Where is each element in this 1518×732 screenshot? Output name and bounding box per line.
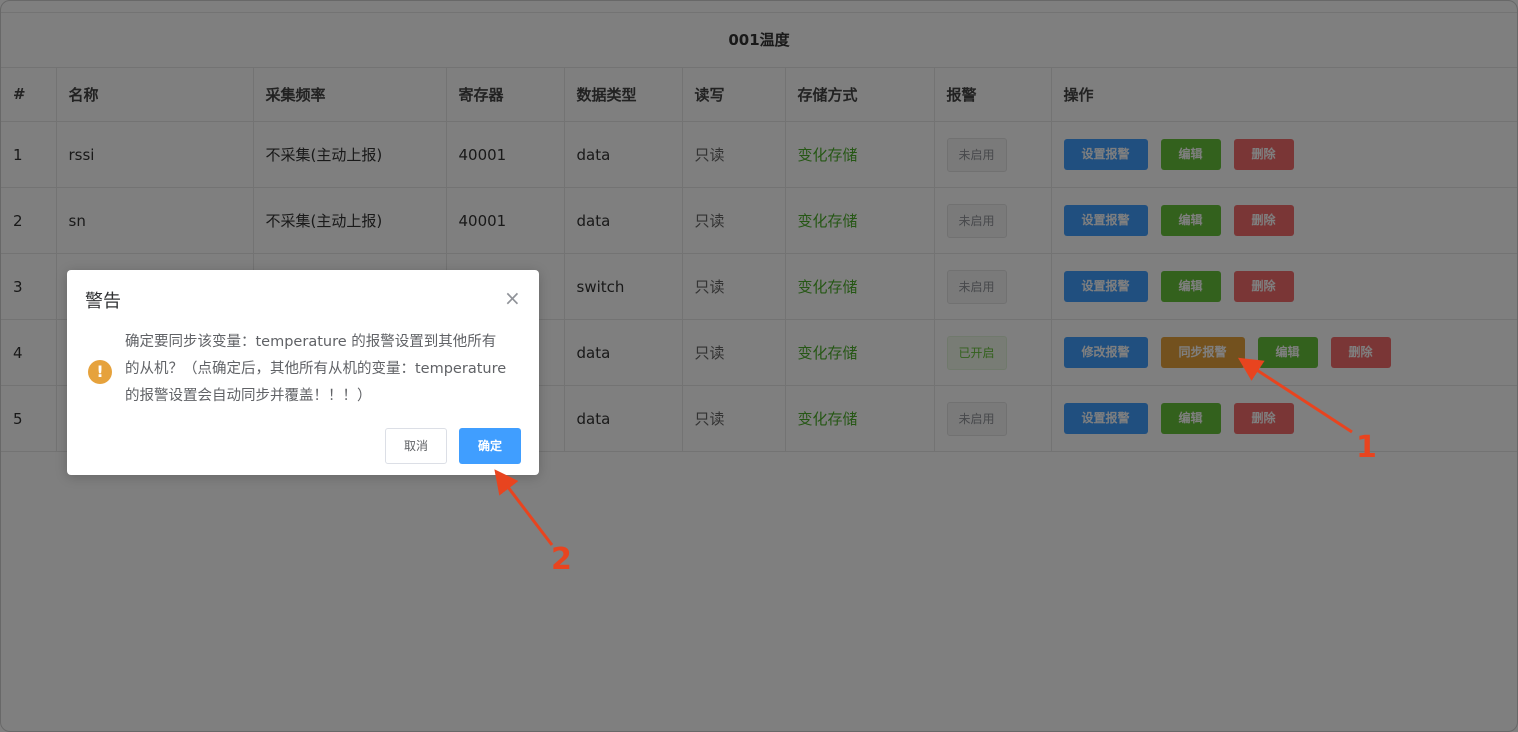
close-icon[interactable]: ×	[504, 288, 521, 308]
warning-dialog: 警告 × ! 确定要同步该变量：temperature 的报警设置到其他所有的从…	[67, 270, 539, 475]
dialog-message: 确定要同步该变量：temperature 的报警设置到其他所有的从机？（点确定后…	[125, 334, 507, 404]
dialog-title: 警告	[85, 291, 121, 312]
warning-icon: !	[88, 360, 112, 384]
cancel-button[interactable]: 取消	[385, 428, 447, 464]
confirm-button[interactable]: 确定	[459, 428, 521, 464]
